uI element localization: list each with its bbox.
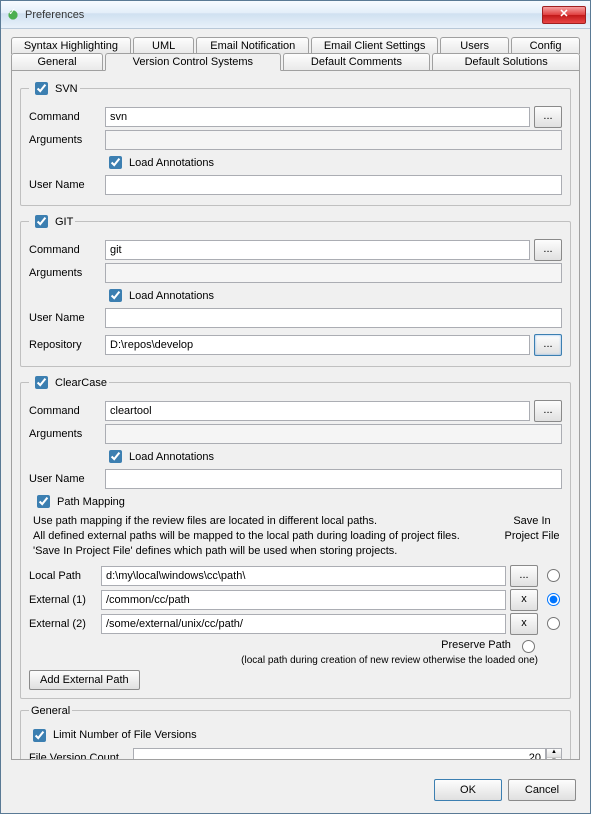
- save-in-ext2-radio[interactable]: [547, 617, 560, 630]
- local-path-browse-button[interactable]: ...: [510, 565, 538, 587]
- local-path-label: Local Path: [29, 570, 97, 582]
- external2-input[interactable]: [101, 614, 506, 634]
- git-arguments-label: Arguments: [29, 267, 101, 279]
- git-enable-checkbox[interactable]: [35, 215, 48, 228]
- external1-remove-button[interactable]: x: [510, 589, 538, 611]
- tab-email-notification[interactable]: Email Notification: [196, 37, 309, 54]
- git-load-annotations-checkbox[interactable]: [109, 289, 122, 302]
- cancel-button[interactable]: Cancel: [508, 779, 576, 801]
- general-legend: General: [29, 705, 72, 717]
- tab-syntax-highlighting[interactable]: Syntax Highlighting: [11, 37, 131, 54]
- ok-button[interactable]: OK: [434, 779, 502, 801]
- svn-arguments-input[interactable]: [105, 130, 562, 150]
- preserve-path-label: Preserve Path: [441, 638, 511, 650]
- clearcase-legend[interactable]: ClearCase: [31, 373, 107, 392]
- git-command-browse-button[interactable]: ...: [534, 239, 562, 261]
- file-version-count-input[interactable]: [133, 748, 546, 760]
- close-button[interactable]: ✕: [542, 6, 586, 24]
- git-group: GIT Command ... Arguments Load Annotatio…: [20, 212, 571, 367]
- svn-load-annotations-checkbox[interactable]: [109, 156, 122, 169]
- svn-group: SVN Command ... Arguments Load Annotatio…: [20, 79, 571, 206]
- svn-legend[interactable]: SVN: [31, 79, 78, 98]
- tab-version-control-systems[interactable]: Version Control Systems: [105, 53, 280, 71]
- limit-versions-label: Limit Number of File Versions: [53, 729, 197, 741]
- tabs-row-2: General Version Control Systems Default …: [11, 53, 580, 71]
- tab-config[interactable]: Config: [511, 37, 580, 54]
- app-icon: [5, 7, 21, 23]
- content-area: Syntax Highlighting UML Email Notificati…: [1, 29, 590, 768]
- tab-general[interactable]: General: [11, 53, 103, 71]
- svn-command-input[interactable]: [105, 107, 530, 127]
- git-repository-label: Repository: [29, 339, 101, 351]
- clearcase-enable-checkbox[interactable]: [35, 376, 48, 389]
- tabs-row-1: Syntax Highlighting UML Email Notificati…: [11, 37, 580, 54]
- clearcase-group: ClearCase Command ... Arguments Load Ann…: [20, 373, 571, 699]
- clearcase-load-annotations-checkbox[interactable]: [109, 450, 122, 463]
- tab-panel-vcs: SVN Command ... Arguments Load Annotatio…: [11, 70, 580, 760]
- save-in-preserve-radio[interactable]: [522, 640, 535, 653]
- svn-command-browse-button[interactable]: ...: [534, 106, 562, 128]
- path-mapping-label: Path Mapping: [57, 496, 125, 508]
- clearcase-command-input[interactable]: [105, 401, 530, 421]
- external2-remove-button[interactable]: x: [510, 613, 538, 635]
- svn-username-label: User Name: [29, 179, 101, 191]
- file-version-count-label: File Version Count: [29, 752, 129, 760]
- svn-enable-checkbox[interactable]: [35, 82, 48, 95]
- clearcase-arguments-label: Arguments: [29, 428, 101, 440]
- path-mapping-description: Use path mapping if the review files are…: [33, 514, 562, 559]
- clearcase-command-label: Command: [29, 405, 101, 417]
- tab-default-comments[interactable]: Default Comments: [283, 53, 431, 71]
- add-external-path-button[interactable]: Add External Path: [29, 670, 140, 690]
- git-username-label: User Name: [29, 312, 101, 324]
- save-in-local-radio[interactable]: [547, 569, 560, 582]
- clearcase-username-input[interactable]: [105, 469, 562, 489]
- tab-email-client-settings[interactable]: Email Client Settings: [311, 37, 438, 54]
- git-username-input[interactable]: [105, 308, 562, 328]
- git-command-label: Command: [29, 244, 101, 256]
- git-repository-browse-button[interactable]: ...: [534, 334, 562, 356]
- limit-versions-checkbox[interactable]: [33, 729, 46, 742]
- file-version-count-spinner[interactable]: ▲ ▼: [546, 748, 562, 760]
- general-group: General Limit Number of File Versions Fi…: [20, 705, 571, 760]
- git-arguments-input[interactable]: [105, 263, 562, 283]
- git-load-annotations-label: Load Annotations: [129, 290, 214, 302]
- tab-uml[interactable]: UML: [133, 37, 195, 54]
- dialog-footer: OK Cancel: [434, 779, 576, 801]
- tab-default-solutions[interactable]: Default Solutions: [432, 53, 580, 71]
- git-legend[interactable]: GIT: [31, 212, 73, 231]
- spinner-up-icon[interactable]: ▲: [547, 749, 561, 758]
- external2-label: External (2): [29, 618, 97, 630]
- svn-command-label: Command: [29, 111, 101, 123]
- local-path-input[interactable]: [101, 566, 506, 586]
- clearcase-username-label: User Name: [29, 473, 101, 485]
- clearcase-command-browse-button[interactable]: ...: [534, 400, 562, 422]
- svn-load-annotations-label: Load Annotations: [129, 157, 214, 169]
- external1-input[interactable]: [101, 590, 506, 610]
- preferences-window: Preferences ✕ Syntax Highlighting UML Em…: [0, 0, 591, 814]
- clearcase-load-annotations-label: Load Annotations: [129, 451, 214, 463]
- titlebar: Preferences ✕: [1, 1, 590, 29]
- path-mapping-checkbox[interactable]: [37, 495, 50, 508]
- git-command-input[interactable]: [105, 240, 530, 260]
- clearcase-arguments-input[interactable]: [105, 424, 562, 444]
- svn-arguments-label: Arguments: [29, 134, 101, 146]
- spinner-down-icon[interactable]: ▼: [547, 758, 561, 760]
- external1-label: External (1): [29, 594, 97, 606]
- window-title: Preferences: [25, 9, 542, 21]
- save-in-ext1-radio[interactable]: [547, 593, 560, 606]
- svn-username-input[interactable]: [105, 175, 562, 195]
- git-repository-input[interactable]: [105, 335, 530, 355]
- preserve-path-sublabel: (local path during creation of new revie…: [29, 655, 562, 666]
- tab-users[interactable]: Users: [440, 37, 509, 54]
